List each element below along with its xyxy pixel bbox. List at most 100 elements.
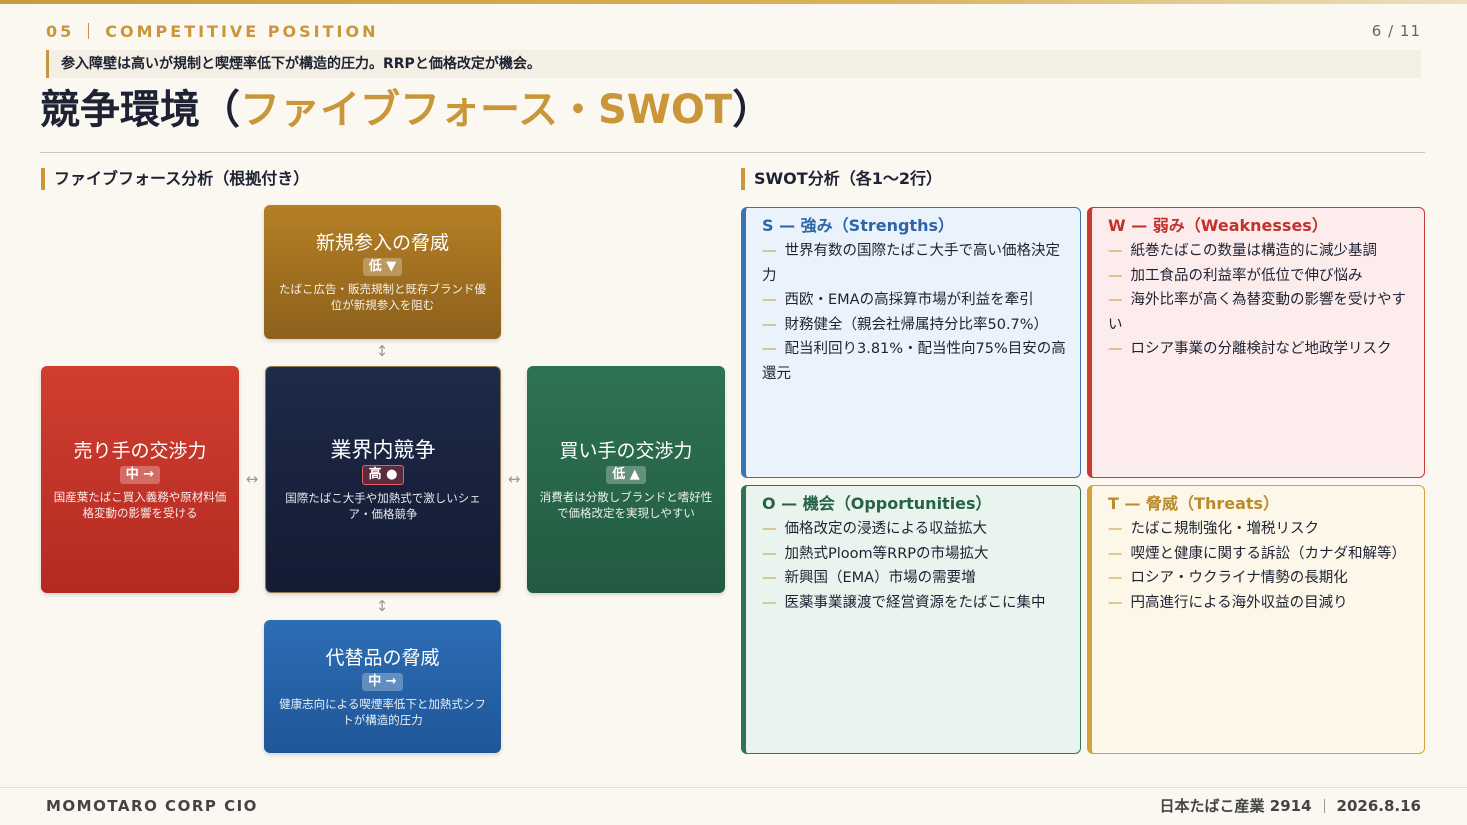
force-description: 国際たばこ大手や加熱式で激しいシェア・価格競争 xyxy=(285,490,481,521)
dash-marker: — xyxy=(1108,267,1123,284)
list-item: — 円高進行による海外収益の目減り xyxy=(1108,591,1410,616)
force-level-badge: 低 ▲ xyxy=(606,465,646,484)
dash-marker: — xyxy=(1108,243,1123,259)
dash-marker: — xyxy=(762,292,777,308)
force-name: 代替品の脅威 xyxy=(325,646,440,669)
arrow-vertical-bottom: ↕ xyxy=(375,597,389,615)
list-item: — 配当利回り3.81%・配当性向75%目安の高還元 xyxy=(762,337,1066,386)
dash-marker: — xyxy=(1108,545,1123,562)
page-number: 6 / 11 xyxy=(1371,22,1421,40)
list-item-text: 医薬事業譲渡で経営資源をたばこに集中 xyxy=(784,594,1046,611)
swot-opportunities-title: O — 機会（Opportunities） xyxy=(762,494,992,513)
swot-opportunities: O — 機会（Opportunities） — 価格改定の浸透による収益拡大 — 加… xyxy=(741,485,1081,754)
force-new-entrants: 新規参入の脅威 低 ▼ たばこ広告・販売規制と既存ブランド優位が新規参入を阻む xyxy=(264,205,501,339)
force-level-badge: 中 → xyxy=(362,672,403,691)
list-item-text: 海外比率が高く為替変動の影響を受けやすい xyxy=(1108,292,1406,333)
swot-threats: T — 脅威（Threats） — たばこ規制強化・増税リスク — 喫煙と健康に関す… xyxy=(1087,485,1425,754)
list-item-text: 紙巻たばこの数量は構造的に減少基調 xyxy=(1130,243,1378,259)
list-item: — 喫煙と健康に関する訴訟（カナダ和解等） xyxy=(1108,542,1410,567)
list-item-text: 円高進行による海外収益の目減り xyxy=(1130,594,1348,611)
list-item: — 加熱式Ploom等RRPの市場拡大 xyxy=(762,542,1066,567)
swot-weaknesses: W — 弱み（Weaknesses） — 紙巻たばこの数量は構造的に減少基調 — 加… xyxy=(1087,207,1425,478)
dash-marker: — xyxy=(762,594,777,611)
section-number: 05 xyxy=(46,21,75,41)
list-item: — 加工食品の利益率が低位で伸び悩み xyxy=(1108,264,1410,289)
footer-divider xyxy=(0,787,1467,788)
list-item-text: 西欧・EMAの高採算市場が利益を牽引 xyxy=(784,292,1034,308)
force-description: 国産葉たばこ買入義務や原材料価格変動の影響を受ける xyxy=(53,489,227,520)
footer-company: 日本たばこ産業 2914 xyxy=(1159,797,1312,815)
swot-threats-title: T — 脅威（Threats） xyxy=(1108,494,1280,513)
list-item-text: 喫煙と健康に関する訴訟（カナダ和解等） xyxy=(1130,545,1407,562)
list-item: — 価格改定の浸透による収益拡大 xyxy=(762,517,1066,542)
arrow-horizontal-right: ↔ xyxy=(507,470,521,488)
dash-marker: — xyxy=(762,545,777,562)
swot-heading: SWOT分析（各1〜2行） xyxy=(741,168,942,190)
swot-opportunities-list: — 価格改定の浸透による収益拡大 — 加熱式Ploom等RRPの市場拡大 — 新興国（… xyxy=(762,517,1066,615)
swot-weaknesses-list: — 紙巻たばこの数量は構造的に減少基調 — 加工食品の利益率が低位で伸び悩み — 海外… xyxy=(1108,239,1410,362)
force-name: 新規参入の脅威 xyxy=(315,232,449,254)
list-item-text: たばこ規制強化・増税リスク xyxy=(1130,521,1320,537)
list-item: — 紙巻たばこの数量は構造的に減少基調 xyxy=(1108,239,1410,264)
title-divider xyxy=(40,152,1425,153)
list-item-text: 世界有数の国際たばこ大手で高い価格決定力 xyxy=(762,243,1060,284)
force-level-badge: 中 → xyxy=(119,465,161,484)
title-main: 競争環境（ xyxy=(40,87,240,133)
page-title: 競争環境（ファイブフォース・SWOT） xyxy=(40,82,772,138)
force-description: 消費者は分散しブランドと嗜好性で価格改定を実現しやすい xyxy=(539,489,713,520)
list-item-text: 加工食品の利益率が低位で伸び悩み xyxy=(1130,267,1363,284)
force-suppliers: 売り手の交渉力 中 → 国産葉たばこ買入義務や原材料価格変動の影響を受ける xyxy=(41,366,239,593)
list-item: — 海外比率が高く為替変動の影響を受けやすい xyxy=(1108,288,1410,337)
list-item-text: 加熱式Ploom等RRPの市場拡大 xyxy=(784,545,989,562)
force-name: 売り手の交渉力 xyxy=(73,439,207,462)
section-separator xyxy=(88,23,90,39)
list-item-text: ロシア・ウクライナ情勢の長期化 xyxy=(1130,570,1348,586)
title-close: ） xyxy=(732,87,773,133)
force-buyers: 買い手の交渉力 低 ▲ 消費者は分散しブランドと嗜好性で価格改定を実現しやすい xyxy=(527,366,725,593)
force-description: 健康志向による喫煙率低下と加熱式シフトが構造的圧力 xyxy=(279,696,486,727)
lead-text: 参入障壁は高いが規制と喫煙率低下が構造的圧力。RRPと価格改定が機会。 xyxy=(46,50,1421,78)
force-substitutes: 代替品の脅威 中 → 健康志向による喫煙率低下と加熱式シフトが構造的圧力 xyxy=(264,620,501,753)
footer-brand: MOMOTARO CORP CIO xyxy=(46,797,258,815)
dash-marker: — xyxy=(1108,594,1123,611)
dash-marker: — xyxy=(1108,570,1123,586)
list-item: — たばこ規制強化・増税リスク xyxy=(1108,517,1410,542)
swot-weaknesses-title: W — 弱み（Weaknesses） xyxy=(1108,216,1328,235)
list-item: — 医薬事業譲渡で経営資源をたばこに集中 xyxy=(762,591,1066,616)
swot-threats-list: — たばこ規制強化・増税リスク — 喫煙と健康に関する訴訟（カナダ和解等） — ロシア… xyxy=(1108,517,1410,615)
top-accent-rule xyxy=(0,0,1467,4)
dash-marker: — xyxy=(762,570,777,586)
dash-marker: — xyxy=(1108,341,1123,357)
title-accent: ファイブフォース・SWOT xyxy=(240,87,733,133)
dash-marker: — xyxy=(762,341,777,357)
list-item: — 西欧・EMAの高採算市場が利益を牽引 xyxy=(762,288,1066,313)
dash-marker: — xyxy=(762,521,777,537)
list-item-text: 価格改定の浸透による収益拡大 xyxy=(784,521,988,537)
header-row: 05 COMPETITIVE POSITION 6 / 11 xyxy=(46,20,1421,42)
list-item-text: 新興国（EMA）市場の需要増 xyxy=(784,570,976,586)
swot-strengths-list: — 世界有数の国際たばこ大手で高い価格決定力 — 西欧・EMAの高採算市場が利益を牽… xyxy=(762,239,1066,386)
list-item-text: 財務健全（親会社帰属持分比率50.7%） xyxy=(784,316,1049,333)
force-rivalry: 業界内競争 高 ● 国際たばこ大手や加熱式で激しいシェア・価格競争 xyxy=(265,366,501,593)
force-level-badge: 低 ▼ xyxy=(362,258,403,276)
dash-marker: — xyxy=(1108,292,1123,308)
list-item: — ロシア・ウクライナ情勢の長期化 xyxy=(1108,566,1410,591)
arrow-horizontal-left: ↔ xyxy=(245,470,259,488)
footer-meta: 日本たばこ産業 2914 2026.8.16 xyxy=(1160,797,1421,815)
section-label: 05 COMPETITIVE POSITION xyxy=(46,22,378,41)
dash-marker: — xyxy=(762,316,777,333)
five-forces-heading: ファイブフォース分析（根拠付き） xyxy=(41,168,309,190)
arrow-vertical-top: ↕ xyxy=(375,342,389,360)
list-item: — 世界有数の国際たばこ大手で高い価格決定力 xyxy=(762,239,1066,288)
list-item: — ロシア事業の分離検討など地政学リスク xyxy=(1108,337,1410,362)
swot-strengths-title: S — 強み（Strengths） xyxy=(762,216,954,235)
list-item-text: ロシア事業の分離検討など地政学リスク xyxy=(1130,341,1392,357)
dash-marker: — xyxy=(762,243,777,259)
list-item: — 財務健全（親会社帰属持分比率50.7%） xyxy=(762,313,1066,338)
footer-date: 2026.8.16 xyxy=(1336,797,1421,815)
force-name: 業界内競争 xyxy=(330,437,436,462)
list-item: — 新興国（EMA）市場の需要増 xyxy=(762,566,1066,591)
force-level-badge: 高 ● xyxy=(361,464,405,485)
footer-separator xyxy=(1323,799,1325,813)
force-description: たばこ広告・販売規制と既存ブランド優位が新規参入を阻む xyxy=(279,282,486,312)
